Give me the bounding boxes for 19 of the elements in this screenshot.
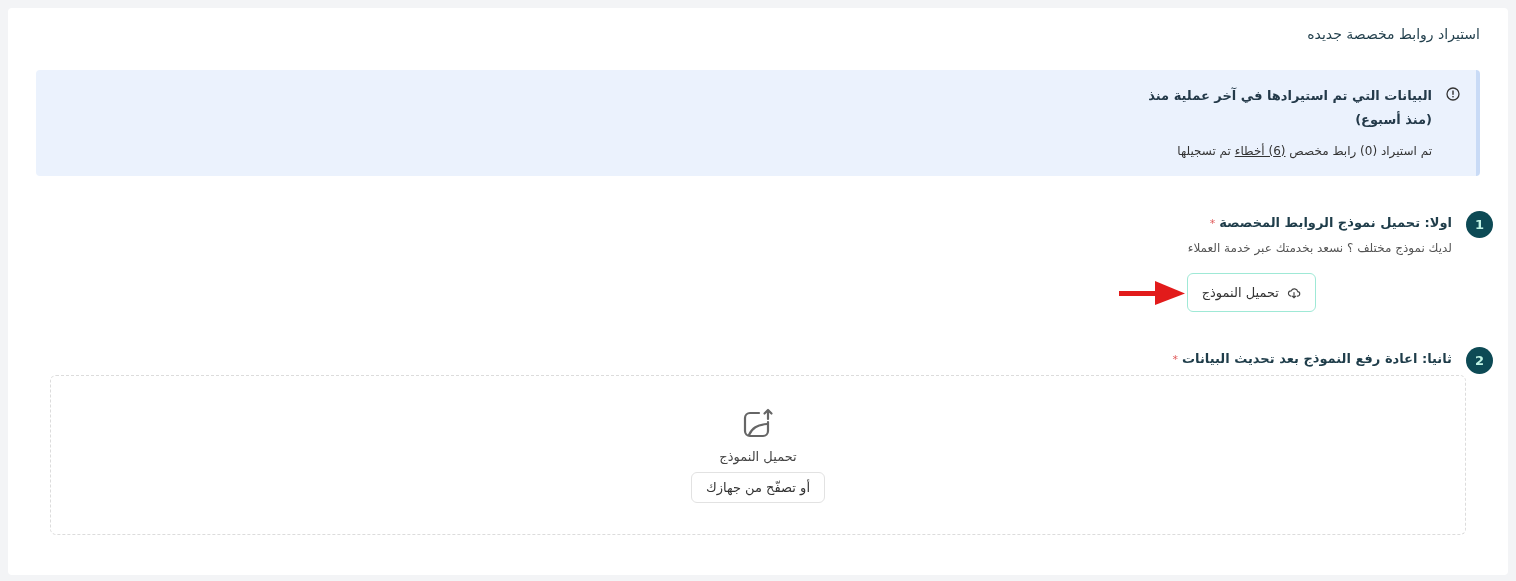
step-number: 2 bbox=[1466, 347, 1493, 374]
drop-label: تحميل النموذج bbox=[719, 449, 797, 464]
errors-link[interactable]: (6) أخطاء bbox=[1234, 144, 1286, 158]
required-asterisk: * bbox=[1209, 217, 1216, 230]
cloud-download-icon bbox=[1287, 285, 1301, 300]
info-heading: البيانات التي تم استيرادها في آخر عملية منذ bbox=[1148, 86, 1432, 105]
step-title: ثانيا: اعادة رفع النموذج بعد تحديث البيانات bbox=[1182, 351, 1452, 366]
step-number: 1 bbox=[1466, 211, 1493, 238]
info-subheading: (منذ أسبوع) bbox=[1355, 110, 1432, 129]
page-title: استيراد روابط مخصصة جديده bbox=[1307, 26, 1480, 42]
download-template-button[interactable]: تحميل النموذج bbox=[1186, 273, 1316, 312]
import-summary: تم استيراد (0) رابط مخصص (6) أخطاء تم تسجيلها bbox=[1177, 144, 1432, 158]
browse-button[interactable]: أو تصفّح من جهازك bbox=[691, 472, 825, 503]
required-asterisk: * bbox=[1172, 353, 1179, 366]
pointer-arrow bbox=[1118, 281, 1185, 305]
file-drop-zone[interactable]: تحميل النموذج أو تصفّح من جهازك bbox=[50, 375, 1466, 535]
alert-icon bbox=[1446, 87, 1460, 101]
step-title: اولا: تحميل نموذج الروابط المخصصة bbox=[1219, 215, 1452, 230]
step-hint: لديك نموذج مختلف ؟ نسعد بخدمتك عبر خدمة العملاء bbox=[1187, 241, 1452, 255]
